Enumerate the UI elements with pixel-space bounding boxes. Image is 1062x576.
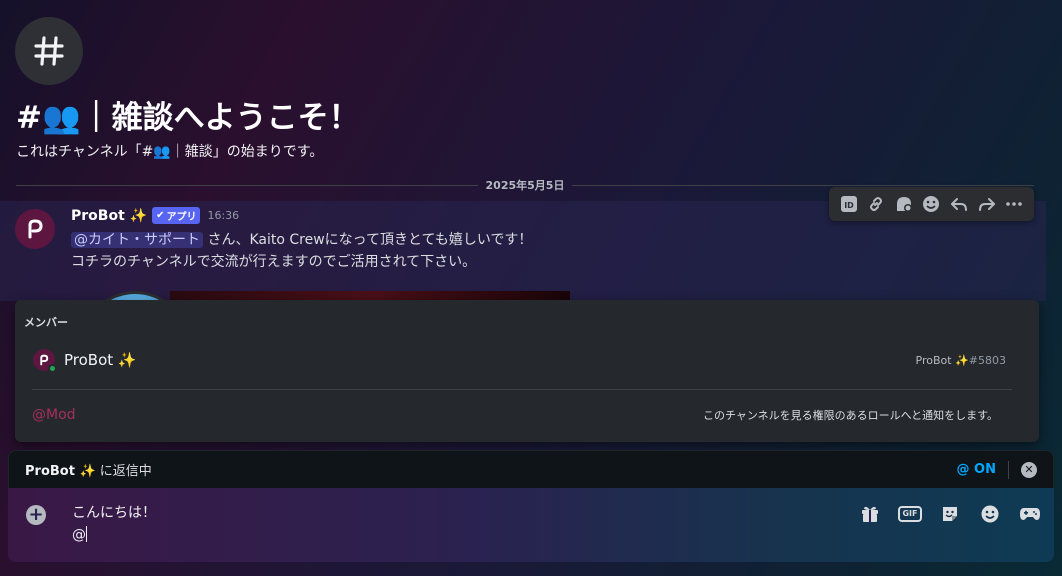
message-composer[interactable]: + こんにちは！ @ GIF — [8, 488, 1054, 562]
date-divider-text: 2025年5月5日 — [485, 179, 565, 192]
member-name: ProBot ✨ — [64, 351, 137, 369]
id-icon[interactable]: ID — [837, 192, 861, 216]
welcome-title: #👥｜雑談へようこそ！ — [16, 100, 360, 136]
popup-header: メンバー — [24, 316, 68, 329]
thread-icon[interactable] — [892, 192, 916, 216]
message-line-1: @カイト・サポート さん、Kaito Crewになって頂きとても嬉しいです！ — [71, 229, 532, 249]
gif-icon[interactable]: GIF — [898, 502, 922, 526]
reply-separator — [1008, 460, 1009, 479]
reply-target: ProBot ✨ — [25, 464, 96, 479]
message-input[interactable]: こんにちは！ @ — [72, 502, 156, 546]
message-line-2: コチラのチャンネルで交流が行えますのでご活用されて下さい。 — [71, 254, 477, 270]
message-author[interactable]: ProBot ✨ — [71, 208, 147, 224]
mention-autocomplete-popup: メンバー ProBot ✨ ProBot ✨#5803 @Mod このチャンネル… — [15, 300, 1039, 442]
activities-icon[interactable] — [1018, 502, 1042, 526]
app-badge-label: アプリ — [166, 212, 197, 223]
user-mention[interactable]: @カイト・サポート — [71, 232, 203, 248]
emoji-icon[interactable] — [919, 192, 943, 216]
role-suggestion[interactable]: @Mod このチャンネルを見る権限のあるロールへと通知をします。 — [23, 398, 1031, 432]
message-header: ProBot ✨ ✔ アプリ 16:36 — [71, 207, 239, 224]
online-status-icon — [48, 364, 57, 373]
role-name: @Mod — [32, 407, 76, 423]
message-timestamp[interactable]: 16:36 — [207, 209, 239, 222]
svg-text:ID: ID — [844, 201, 854, 210]
text-caret — [86, 526, 87, 542]
input-line-1: こんにちは！ — [72, 505, 156, 521]
emoji-picker-icon[interactable] — [978, 502, 1002, 526]
reply-bar: ProBot ✨ に返信中 @ ON ✕ — [8, 450, 1054, 488]
forward-icon[interactable] — [975, 192, 999, 216]
check-icon: ✔ — [156, 210, 165, 221]
member-suggestion[interactable]: ProBot ✨ ProBot ✨#5803 — [23, 342, 1031, 378]
more-icon[interactable] — [1002, 192, 1026, 216]
input-line-2: @ — [72, 526, 87, 543]
member-tag: ProBot ✨#5803 — [915, 353, 1006, 367]
close-reply-icon[interactable]: ✕ — [1021, 461, 1037, 478]
reply-label: ProBot ✨ に返信中 — [25, 464, 152, 479]
composer-icons: GIF — [858, 502, 1042, 526]
link-icon[interactable] — [864, 192, 888, 216]
welcome-subtitle: これはチャンネル「#👥｜雑談」の始まりです。 — [16, 144, 324, 160]
member-avatar — [33, 349, 57, 373]
sticker-icon[interactable] — [938, 502, 962, 526]
channel-hash-icon — [15, 17, 83, 85]
mention-toggle[interactable]: @ ON — [957, 462, 996, 477]
popup-divider — [32, 389, 1012, 390]
avatar[interactable] — [15, 209, 55, 249]
add-attachment-icon[interactable]: + — [26, 505, 46, 525]
message-text-1: さん、Kaito Crewになって頂きとても嬉しいです！ — [203, 232, 533, 248]
role-description: このチャンネルを見る権限のあるロールへと通知をします。 — [702, 409, 998, 422]
message-toolbar: ID — [829, 187, 1034, 221]
app-badge: ✔ アプリ — [152, 207, 201, 224]
reply-icon[interactable] — [947, 192, 971, 216]
gift-icon[interactable] — [858, 502, 882, 526]
